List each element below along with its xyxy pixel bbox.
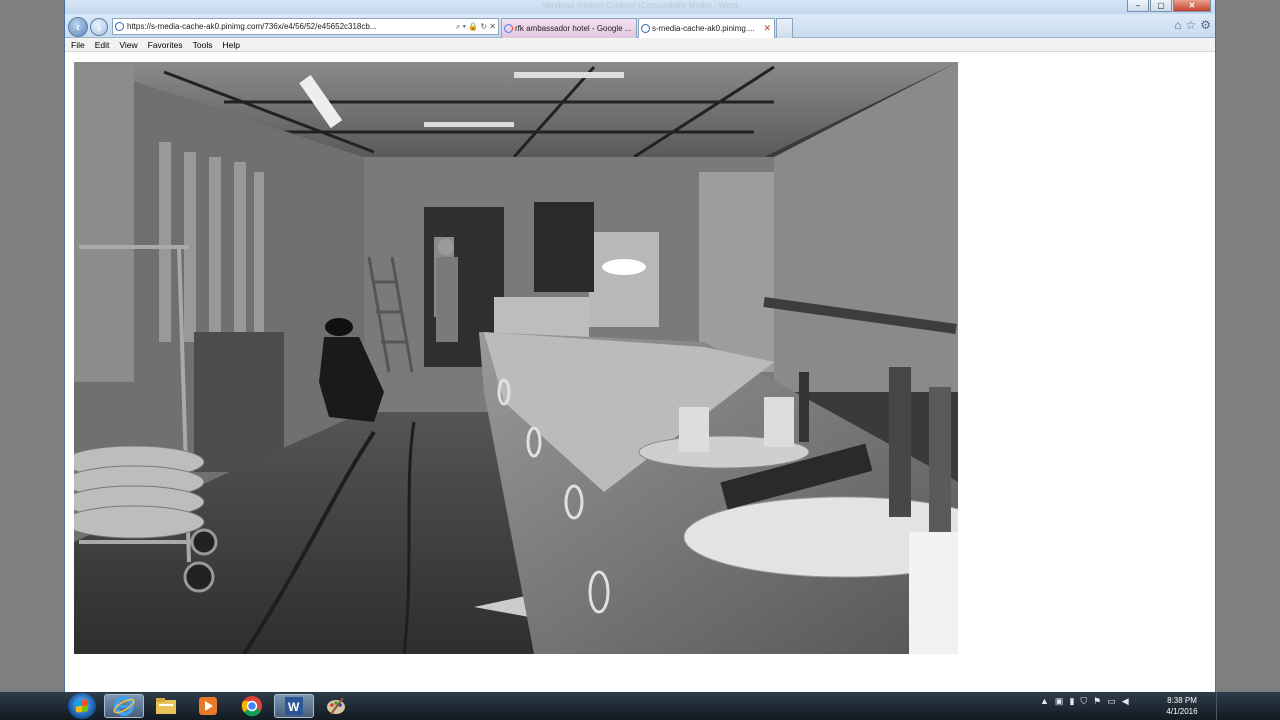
menu-edit[interactable]: Edit xyxy=(95,38,110,51)
gear-icon[interactable]: ⚙ xyxy=(1200,18,1211,32)
taskbar: W ▲ ▣ ▮ ⛉ ⚑ ▭ ◀ 8:38 PM 4/1/2016 xyxy=(0,692,1280,720)
word-icon: W xyxy=(285,697,303,715)
taskbar-file-explorer[interactable] xyxy=(146,694,186,718)
page-content xyxy=(65,53,1215,692)
maximize-button[interactable]: ▢ xyxy=(1150,0,1172,12)
clock-time: 8:38 PM xyxy=(1167,696,1197,705)
tab-google-search[interactable]: rfk ambassador hotel - Google ... xyxy=(501,18,637,38)
taskbar-paint[interactable] xyxy=(316,694,356,718)
defender-tray-icon[interactable]: ▣ xyxy=(1055,696,1064,707)
toolbar-icons: ⌂ ☆ ⚙ xyxy=(1174,18,1211,32)
window-title: Windows Internet Explorer (Compatibility… xyxy=(542,1,738,10)
volume-tray-icon[interactable]: ◀ xyxy=(1122,696,1129,707)
system-tray: ▲ ▣ ▮ ⛉ ⚑ ▭ ◀ xyxy=(1040,696,1129,707)
navigation-bar: ‹ › https://s-media-cache-ak0.pinimg.com… xyxy=(65,14,1215,38)
menu-favorites[interactable]: Favorites xyxy=(148,38,183,51)
security-tray-icon[interactable]: ⛉ xyxy=(1080,696,1087,707)
favorites-star-icon[interactable]: ☆ xyxy=(1185,18,1196,32)
folder-icon xyxy=(156,698,176,714)
ie-page-icon xyxy=(115,22,124,31)
menu-tools[interactable]: Tools xyxy=(193,38,213,51)
home-icon[interactable]: ⌂ xyxy=(1174,18,1181,32)
title-bar: Windows Internet Explorer (Compatibility… xyxy=(65,0,1215,14)
minimize-button[interactable]: – xyxy=(1127,0,1149,12)
windows-logo-icon xyxy=(76,699,88,713)
taskbar-chrome[interactable] xyxy=(232,694,272,718)
taskbar-clock[interactable]: 8:38 PM 4/1/2016 xyxy=(1162,695,1202,717)
svg-text:W: W xyxy=(288,700,300,714)
address-bar[interactable]: https://s-media-cache-ak0.pinimg.com/736… xyxy=(112,18,499,35)
taskbar-internet-explorer[interactable] xyxy=(104,694,144,718)
browser-window: Windows Internet Explorer (Compatibility… xyxy=(64,0,1216,692)
address-tools[interactable]: ⌕ ▾ 🔒 ↻ ✕ xyxy=(453,19,496,34)
menu-file[interactable]: File xyxy=(71,38,85,51)
menu-help[interactable]: Help xyxy=(222,38,239,51)
network-tray-icon[interactable]: ▲ xyxy=(1040,696,1049,707)
chrome-icon xyxy=(241,696,262,717)
taskbar-word[interactable]: W xyxy=(274,694,314,718)
tab-close-icon[interactable]: ✕ xyxy=(763,19,771,38)
battery-tray-icon[interactable]: ▮ xyxy=(1069,696,1074,707)
paint-palette-icon xyxy=(327,697,345,715)
taskbar-media-player[interactable] xyxy=(188,694,228,718)
menu-view[interactable]: View xyxy=(119,38,137,51)
menu-bar: File Edit View Favorites Tools Help xyxy=(65,38,1215,52)
close-button[interactable]: ✕ xyxy=(1173,0,1211,12)
media-player-icon xyxy=(199,697,217,715)
display-tray-icon[interactable]: ▭ xyxy=(1107,696,1116,707)
clock-date: 4/1/2016 xyxy=(1166,707,1198,716)
start-button[interactable] xyxy=(68,693,96,719)
flag-tray-icon[interactable]: ⚑ xyxy=(1093,696,1101,707)
internet-explorer-icon xyxy=(113,696,135,716)
tab-image[interactable]: s-media-cache-ak0.pinimg.... ✕ xyxy=(638,18,775,38)
address-url: https://s-media-cache-ak0.pinimg.com/736… xyxy=(127,22,377,31)
tab-label: s-media-cache-ak0.pinimg.... xyxy=(652,24,755,33)
tab-label: rfk ambassador hotel - Google ... xyxy=(515,24,632,33)
forward-button[interactable]: › xyxy=(90,18,108,36)
photo-illustration xyxy=(74,62,958,654)
back-button[interactable]: ‹ xyxy=(68,17,88,37)
kitchen-photo[interactable] xyxy=(74,62,958,654)
new-tab-button[interactable] xyxy=(776,18,793,38)
show-desktop-button[interactable] xyxy=(1216,692,1226,720)
window-controls: – ▢ ✕ xyxy=(1127,0,1211,12)
ie-page-icon xyxy=(641,24,650,33)
google-icon xyxy=(504,24,513,33)
